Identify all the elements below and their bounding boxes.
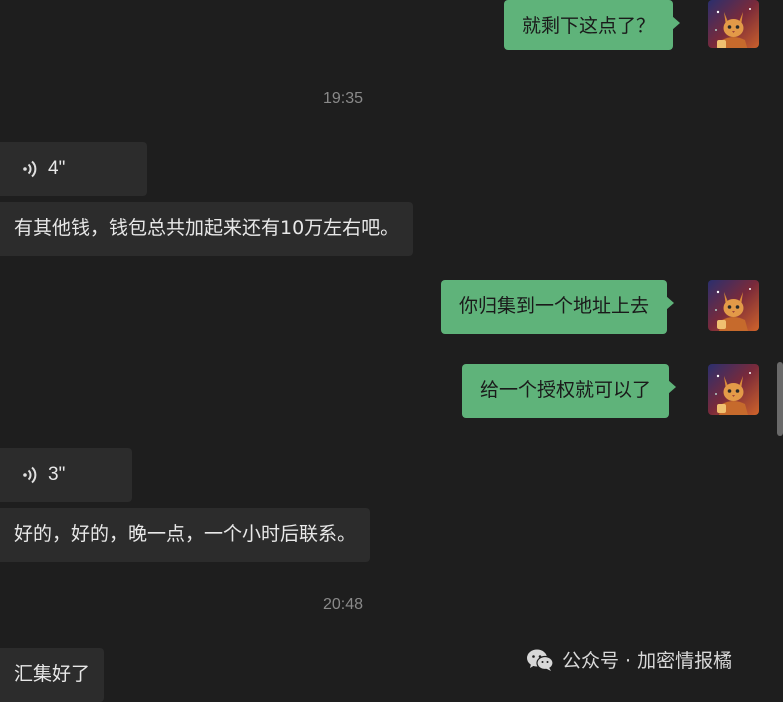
outgoing-message[interactable]: 你归集到一个地址上去: [441, 280, 675, 334]
cat-avatar-icon: [708, 280, 759, 331]
outgoing-message[interactable]: 给一个授权就可以了: [462, 364, 677, 418]
message-text: 汇集好了: [14, 663, 91, 685]
incoming-message[interactable]: 有其他钱，钱包总共加起来还有10万左右吧。: [0, 202, 414, 256]
timestamp: 20:48: [322, 596, 364, 613]
voice-message[interactable]: 3": [0, 448, 132, 502]
voice-duration: 4": [48, 158, 66, 179]
voice-wave-icon: [23, 466, 37, 484]
voice-message[interactable]: 4": [0, 142, 147, 196]
cat-avatar-icon: [708, 0, 759, 48]
message-text: 好的，好的，晚一点，一个小时后联系。: [14, 523, 357, 545]
message-text: 就剩下这点了？: [522, 15, 656, 37]
watermark: 公众号 · 加密情报橘: [526, 646, 732, 673]
cat-avatar-icon: [708, 364, 759, 415]
avatar[interactable]: [708, 364, 759, 415]
scrollbar-thumb[interactable]: [777, 362, 783, 436]
wechat-icon: [527, 649, 554, 671]
avatar[interactable]: [708, 280, 759, 331]
voice-duration: 3": [48, 464, 66, 485]
outgoing-message[interactable]: 就剩下这点了？: [504, 0, 681, 50]
message-text: 你归集到一个地址上去: [459, 295, 650, 317]
avatar[interactable]: [708, 0, 759, 48]
chat-area: 就剩下这点了？ 19:35 4" 有其他钱，钱包总共加起来还有10万左右吧。 你…: [0, 0, 783, 702]
message-text: 有其他钱，钱包总共加起来还有10万左右吧。: [14, 217, 400, 239]
voice-wave-icon: [23, 160, 37, 178]
timestamp: 19:35: [322, 90, 364, 107]
incoming-message[interactable]: 好的，好的，晚一点，一个小时后联系。: [0, 508, 371, 562]
message-text: 给一个授权就可以了: [480, 379, 652, 401]
watermark-text: 公众号 · 加密情报橘: [562, 650, 733, 672]
incoming-message[interactable]: 汇集好了: [0, 648, 105, 702]
